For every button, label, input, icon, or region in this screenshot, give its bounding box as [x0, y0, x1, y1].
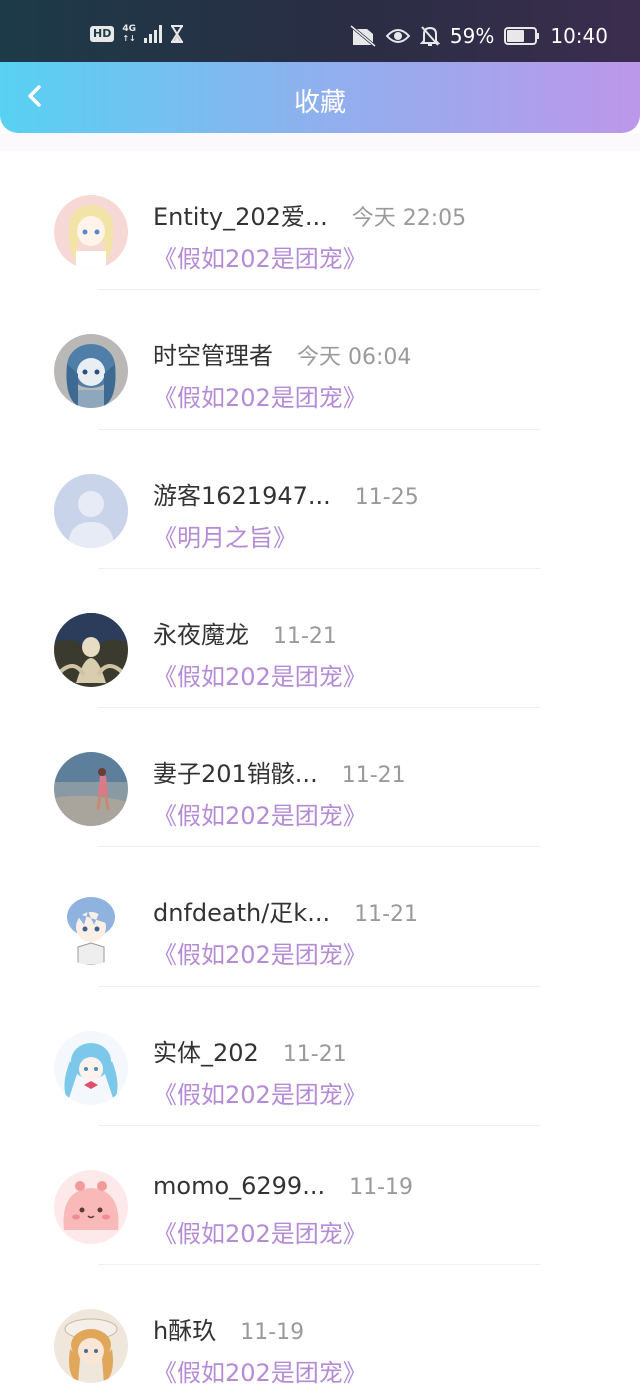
work-title-link[interactable]: 《假如202是团宠》 — [153, 378, 367, 413]
work-title-link[interactable]: 《假如202是团宠》 — [153, 1353, 367, 1387]
list-item[interactable]: Entity_202爱... 今天 22:05 《假如202是团宠》 — [0, 151, 640, 291]
hourglass-icon — [171, 25, 183, 43]
work-title-link[interactable]: 《假如202是团宠》 — [153, 657, 367, 692]
bell-mute-icon — [419, 26, 440, 46]
favorite-time: 11-21 — [341, 763, 406, 789]
work-title-link[interactable]: 《假如202是团宠》 — [153, 935, 367, 970]
header-divider — [0, 133, 640, 151]
anime-boy-blue-hair-avatar[interactable] — [54, 891, 128, 966]
anime-girl-hat-avatar[interactable] — [54, 1309, 128, 1384]
pink-blob-avatar[interactable] — [54, 1170, 128, 1245]
work-title-link[interactable]: 《明月之旨》 — [153, 518, 297, 553]
favorite-time: 11-19 — [349, 1175, 414, 1201]
default-user-avatar[interactable] — [54, 473, 128, 548]
page-title: 收藏 — [293, 88, 346, 118]
no-sim-icon — [349, 25, 376, 47]
battery-icon — [504, 27, 540, 45]
favorite-time: 今天 06:04 — [297, 345, 412, 371]
list-item[interactable]: momo_6299... 11-19 《假如202是团宠》 — [0, 1126, 640, 1266]
favorites-list: Entity_202爱... 今天 22:05 《假如202是团宠》 时空管理者… — [0, 151, 640, 1387]
list-item[interactable]: h酥玖 11-19 《假如202是团宠》 — [0, 1265, 640, 1387]
list-item[interactable]: dnfdeath/疋k... 11-21 《假如202是团宠》 — [0, 847, 640, 987]
favorite-time: 今天 22:05 — [351, 206, 467, 231]
network-4g-icon: 4G ↑↓ — [122, 24, 136, 44]
user-name: 妻子201销骸... — [153, 760, 318, 789]
list-item[interactable]: 实体_202 11-21 《假如202是团宠》 — [0, 987, 640, 1127]
user-name: Entity_202爱... — [153, 203, 328, 231]
status-right-icons: 59% 10:40 — [349, 24, 608, 48]
header: 收藏 — [0, 62, 640, 133]
user-name: 永夜魔龙 — [153, 620, 249, 649]
list-item[interactable]: 永夜魔龙 11-21 《假如202是团宠》 — [0, 569, 640, 709]
eye-icon — [385, 29, 410, 43]
favorite-time: 11-21 — [354, 902, 419, 928]
beach-photo-avatar[interactable] — [54, 752, 128, 827]
anime-dark-scene-avatar[interactable] — [54, 612, 128, 687]
network-type-label: 4G — [122, 24, 136, 34]
favorite-time: 11-25 — [354, 484, 419, 510]
favorite-time: 11-19 — [240, 1320, 305, 1346]
battery-percent: 59% — [449, 24, 495, 48]
status-bar: HD 4G ↑↓ 59% 10:40 — [0, 0, 640, 62]
favorite-time: 11-21 — [273, 623, 337, 649]
user-name: 游客1621947... — [153, 481, 331, 510]
user-name: dnfdeath/疋k... — [153, 899, 331, 928]
work-title-link[interactable]: 《假如202是团宠》 — [153, 1075, 367, 1110]
anime-miku-avatar[interactable] — [54, 1030, 128, 1105]
work-title-link[interactable]: 《假如202是团宠》 — [153, 796, 367, 831]
user-name: momo_6299... — [153, 1172, 326, 1201]
clock: 10:40 — [550, 24, 608, 48]
signal-icon — [144, 25, 162, 43]
hd-icon: HD — [90, 26, 115, 42]
user-name: h酥玖 — [153, 1317, 217, 1346]
list-item[interactable]: 时空管理者 今天 06:04 《假如202是团宠》 — [0, 290, 640, 430]
work-title-link[interactable]: 《假如202是团宠》 — [153, 1214, 367, 1249]
user-name: 时空管理者 — [153, 342, 273, 371]
work-title-link[interactable]: 《假如202是团宠》 — [153, 239, 367, 274]
status-left-icons: HD 4G ↑↓ — [90, 25, 184, 43]
anime-blonde-girl-avatar[interactable] — [54, 195, 128, 269]
anime-blue-hair-avatar[interactable] — [54, 334, 128, 409]
list-item[interactable]: 游客1621947... 11-25 《明月之旨》 — [0, 430, 640, 569]
list-item[interactable]: 妻子201销骸... 11-21 《假如202是团宠》 — [0, 708, 640, 848]
user-name: 实体_202 — [153, 1038, 259, 1067]
favorite-time: 11-21 — [282, 1041, 347, 1067]
